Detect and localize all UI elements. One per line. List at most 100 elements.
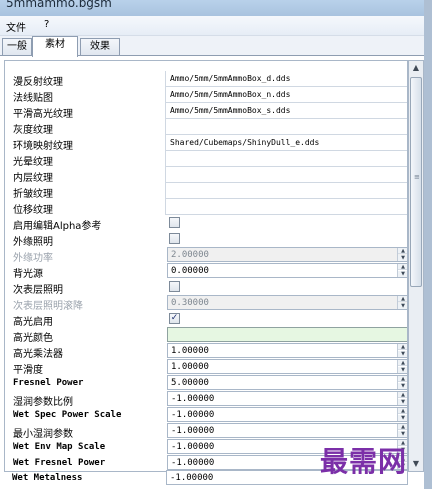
row-subsurface-rolloff: 次表层照明滚降 0.30000 ▲ ▼: [5, 295, 407, 312]
material-panel: 漫反射纹理 Ammo/5mm/5mmAmmoBox_d.dds 法线贴图 Amm…: [0, 56, 432, 489]
chevron-up-icon[interactable]: ▲: [398, 376, 407, 382]
row-back-light: 背光源 0.00000 ▲ ▼: [5, 263, 407, 280]
envmap-texture-field[interactable]: Shared/Cubemaps/ShinyDull_e.dds: [165, 135, 407, 151]
specular-multiplier-value[interactable]: 1.00000: [171, 344, 209, 358]
label-specular-enabled: 高光启用: [13, 317, 53, 328]
check-icon: ✓: [170, 313, 179, 323]
chevron-up-icon[interactable]: ▲: [398, 264, 407, 270]
label-specular-multiplier: 高光乘法器: [13, 349, 63, 360]
wet-fresnel-power-value[interactable]: -1.00000: [171, 456, 214, 470]
row-rim-power: 外缘功率 2.00000 ▲ ▼: [5, 247, 407, 264]
label-diffuse-texture: 漫反射纹理: [13, 77, 63, 88]
chevron-up-icon[interactable]: ▲: [398, 392, 407, 398]
chevron-down-icon[interactable]: ▼: [398, 271, 407, 277]
back-light-value[interactable]: 0.00000: [171, 264, 209, 278]
row-subsurface: 次表层照明: [5, 279, 407, 296]
row-fresnel-power: Fresnel Power 5.00000 ▲ ▼: [5, 375, 407, 391]
normal-map-field[interactable]: Ammo/5mm/5mmAmmoBox_n.dds: [165, 87, 407, 103]
tab-effect[interactable]: 效果: [80, 38, 120, 56]
chevron-up-icon: ▲: [398, 296, 407, 302]
label-wet-spec-power: Wet Spec Power Scale: [13, 410, 122, 420]
wet-env-map-scale-value[interactable]: -1.00000: [171, 440, 214, 454]
chevron-down-icon[interactable]: ▼: [398, 415, 407, 421]
wet-min-var-value[interactable]: -1.00000: [171, 424, 214, 438]
wet-spec-power-spinner[interactable]: -1.00000 ▲ ▼: [167, 407, 407, 422]
grayscale-texture-field[interactable]: [165, 119, 407, 135]
chevron-down-icon[interactable]: ▼: [398, 367, 407, 373]
chevron-up-icon[interactable]: ▲: [398, 360, 407, 366]
wet-spec-power-spin-buttons: ▲ ▼: [397, 408, 407, 421]
smoothness-spin-buttons: ▲ ▼: [397, 360, 407, 373]
rim-lighting-checkbox[interactable]: [169, 233, 180, 244]
chevron-up-icon[interactable]: ▲: [398, 344, 407, 350]
specular-enabled-checkbox[interactable]: ✓: [169, 313, 180, 324]
alpha-ref-checkbox[interactable]: [169, 217, 180, 228]
fresnel-power-spinner[interactable]: 5.00000 ▲ ▼: [167, 375, 407, 390]
wet-spec-power-value[interactable]: -1.00000: [171, 408, 214, 422]
glow-texture-field[interactable]: [165, 151, 407, 167]
rim-power-spinner: 2.00000 ▲ ▼: [167, 247, 407, 262]
row-specular-color: 高光颜色: [5, 327, 407, 344]
label-fresnel-power: Fresnel Power: [13, 378, 84, 388]
specular-color-swatch[interactable]: [167, 327, 407, 342]
chevron-down-icon: ▼: [398, 255, 407, 261]
fresnel-power-value[interactable]: 5.00000: [171, 376, 209, 390]
row-displacement-texture: 位移纹理: [5, 199, 407, 216]
label-back-light: 背光源: [13, 269, 43, 280]
wetness-scale-spin-buttons: ▲ ▼: [397, 392, 407, 405]
scrollbar-thumb[interactable]: ≡: [410, 77, 422, 287]
fresnel-power-spin-buttons: ▲ ▼: [397, 376, 407, 389]
row-wrinkle-texture: 折皱纹理: [5, 183, 407, 200]
label-envmap-texture: 环境映射纹理: [13, 141, 73, 152]
tab-material[interactable]: 素材: [32, 36, 78, 57]
label-normal-map: 法线贴图: [13, 93, 53, 104]
menu-file[interactable]: 文件: [6, 19, 26, 34]
label-displacement-texture: 位移纹理: [13, 205, 53, 216]
back-light-spinner[interactable]: 0.00000 ▲ ▼: [167, 263, 407, 278]
property-grid: 漫反射纹理 Ammo/5mm/5mmAmmoBox_d.dds 法线贴图 Amm…: [4, 60, 408, 472]
vertical-scrollbar[interactable]: ▲ ≡ ▼: [408, 60, 424, 472]
label-rim-power: 外缘功率: [13, 253, 53, 264]
chevron-down-icon[interactable]: ▼: [409, 457, 423, 471]
row-wet-min-var: 最小湿润参数 -1.00000 ▲ ▼: [5, 423, 407, 440]
diffuse-texture-field[interactable]: Ammo/5mm/5mmAmmoBox_d.dds: [165, 71, 407, 87]
chevron-up-icon[interactable]: ▲: [409, 61, 423, 75]
row-wetness-scale: 湿润参数比例 -1.00000 ▲ ▼: [5, 391, 407, 408]
inner-layer-texture-field[interactable]: [165, 167, 407, 183]
smoothness-spinner[interactable]: 1.00000 ▲ ▼: [167, 359, 407, 374]
smooth-spec-texture-field[interactable]: Ammo/5mm/5mmAmmoBox_s.dds: [165, 103, 407, 119]
subsurface-rolloff-spinner: 0.30000 ▲ ▼: [167, 295, 407, 310]
label-wet-min-var: 最小湿润参数: [13, 429, 73, 440]
menu-help[interactable]: ?: [44, 19, 49, 30]
row-smooth-spec-texture: 平滑高光纹理 Ammo/5mm/5mmAmmoBox_s.dds: [5, 103, 407, 120]
label-wet-metalness: Wet Metalness: [12, 473, 83, 483]
wrinkle-texture-field[interactable]: [165, 183, 407, 199]
specular-multiplier-spin-buttons: ▲ ▼: [397, 344, 407, 357]
row-alpha-ref: 启用编辑Alpha参考: [5, 215, 407, 232]
row-specular-multiplier: 高光乘法器 1.00000 ▲ ▼: [5, 343, 407, 360]
label-alpha-ref: 启用编辑Alpha参考: [13, 221, 102, 232]
displacement-texture-field[interactable]: [165, 199, 407, 215]
chevron-up-icon[interactable]: ▲: [398, 408, 407, 414]
wetness-scale-value[interactable]: -1.00000: [171, 392, 214, 406]
wet-metalness-value[interactable]: -1.00000: [170, 471, 213, 485]
menu-bar: 文件 ?: [0, 16, 432, 36]
wet-min-var-spinner[interactable]: -1.00000 ▲ ▼: [167, 423, 407, 438]
label-specular-color: 高光颜色: [13, 333, 53, 344]
chevron-down-icon[interactable]: ▼: [398, 383, 407, 389]
specular-multiplier-spinner[interactable]: 1.00000 ▲ ▼: [167, 343, 407, 358]
chevron-up-icon[interactable]: ▲: [398, 424, 407, 430]
subsurface-checkbox[interactable]: [169, 281, 180, 292]
tab-bar: 一般 素材 效果: [0, 36, 432, 57]
row-normal-map: 法线贴图 Ammo/5mm/5mmAmmoBox_n.dds: [5, 87, 407, 104]
chevron-down-icon[interactable]: ▼: [398, 399, 407, 405]
label-wet-env-map-scale: Wet Env Map Scale: [13, 442, 106, 452]
watermark-text: 最需网: [320, 445, 408, 478]
chevron-down-icon[interactable]: ▼: [398, 431, 407, 437]
chevron-down-icon[interactable]: ▼: [398, 351, 407, 357]
smoothness-value[interactable]: 1.00000: [171, 360, 209, 374]
wetness-scale-spinner[interactable]: -1.00000 ▲ ▼: [167, 391, 407, 406]
tab-general[interactable]: 一般: [2, 38, 32, 56]
label-smooth-spec-texture: 平滑高光纹理: [13, 109, 73, 120]
subsurface-rolloff-spin-buttons: ▲ ▼: [397, 296, 407, 309]
